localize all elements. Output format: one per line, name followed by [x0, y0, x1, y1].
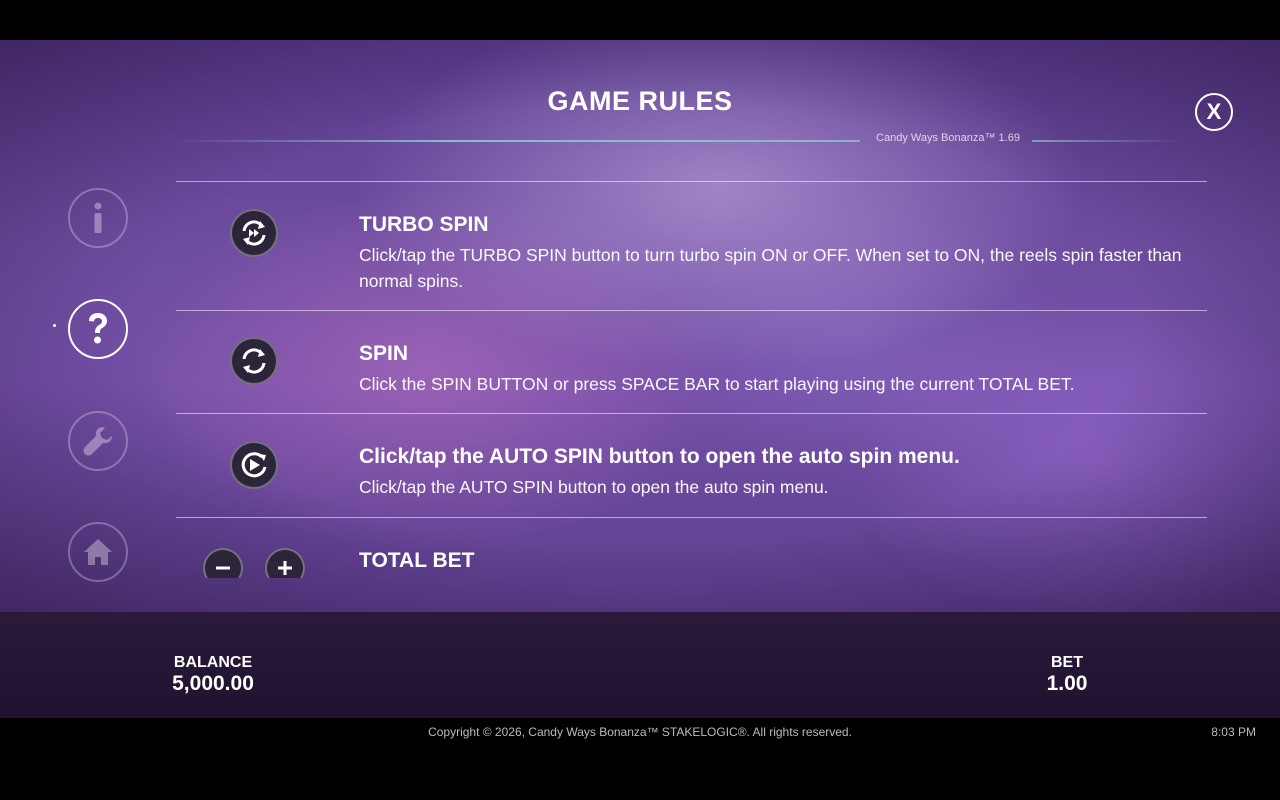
version-label: Candy Ways Bonanza™ 1.69: [876, 132, 1020, 144]
page-title: GAME RULES: [547, 86, 733, 116]
rule-turbo-spin: TURBO SPIN Click/tap the TURBO SPIN butt…: [176, 182, 1207, 310]
balance-label: BALANCE: [173, 654, 253, 671]
plus-icon: [264, 548, 305, 578]
rule-auto-spin: Click/tap the AUTO SPIN button to open t…: [176, 414, 1207, 517]
sidebar-item-info[interactable]: [68, 188, 128, 248]
close-button[interactable]: X: [1195, 93, 1233, 131]
copyright-text: Copyright © 2026, Candy Ways Bonanza™ ST…: [428, 725, 852, 739]
clock: 8:03 PM: [1211, 725, 1256, 739]
spin-icon: [229, 337, 278, 385]
rule-title: Click/tap the AUTO SPIN button to open t…: [359, 445, 960, 468]
decorative-dot: [53, 324, 56, 327]
title-divider-left: [170, 140, 860, 142]
balance-value: 5,000.00: [172, 672, 254, 695]
top-black-bar: [0, 0, 1280, 40]
rule-description: Click/tap the AUTO SPIN button to open t…: [359, 477, 829, 497]
turbo-spin-icon: [229, 209, 278, 257]
bet-display: BET 1.00: [1017, 654, 1117, 696]
rule-title: SPIN: [359, 342, 409, 365]
home-icon: [84, 539, 112, 565]
question-icon: [89, 313, 107, 344]
balance-display: BALANCE 5,000.00: [148, 654, 278, 696]
rule-spin: SPIN Click the SPIN BUTTON or press SPAC…: [176, 311, 1207, 413]
footer: Copyright © 2026, Candy Ways Bonanza™ ST…: [0, 718, 1280, 800]
info-icon: [94, 202, 102, 233]
wrench-icon: [83, 427, 112, 456]
rule-title: TOTAL BET: [359, 549, 475, 572]
bet-value: 1.00: [1046, 672, 1088, 695]
sidebar-item-help[interactable]: [68, 299, 128, 359]
title-divider-right: [1032, 140, 1182, 142]
rules-panel: GAME RULES Candy Ways Bonanza™ 1.69 X TU…: [0, 40, 1280, 612]
rule-total-bet: TOTAL BET: [176, 518, 1207, 578]
sidebar-item-home[interactable]: [68, 522, 128, 582]
bet-minus-plus-icons: [176, 548, 331, 578]
rule-title: TURBO SPIN: [359, 213, 489, 236]
rule-description: Click the SPIN BUTTON or press SPACE BAR…: [359, 374, 1075, 394]
bet-label: BET: [1051, 654, 1083, 671]
status-bar: BALANCE 5,000.00 BET 1.00: [0, 612, 1280, 718]
minus-icon: [202, 548, 243, 578]
sidebar-item-settings[interactable]: [68, 411, 128, 471]
auto-spin-icon: [229, 441, 278, 489]
rule-description: Click/tap the TURBO SPIN button to turn …: [359, 245, 1182, 291]
rules-list: TURBO SPIN Click/tap the TURBO SPIN butt…: [176, 181, 1207, 578]
